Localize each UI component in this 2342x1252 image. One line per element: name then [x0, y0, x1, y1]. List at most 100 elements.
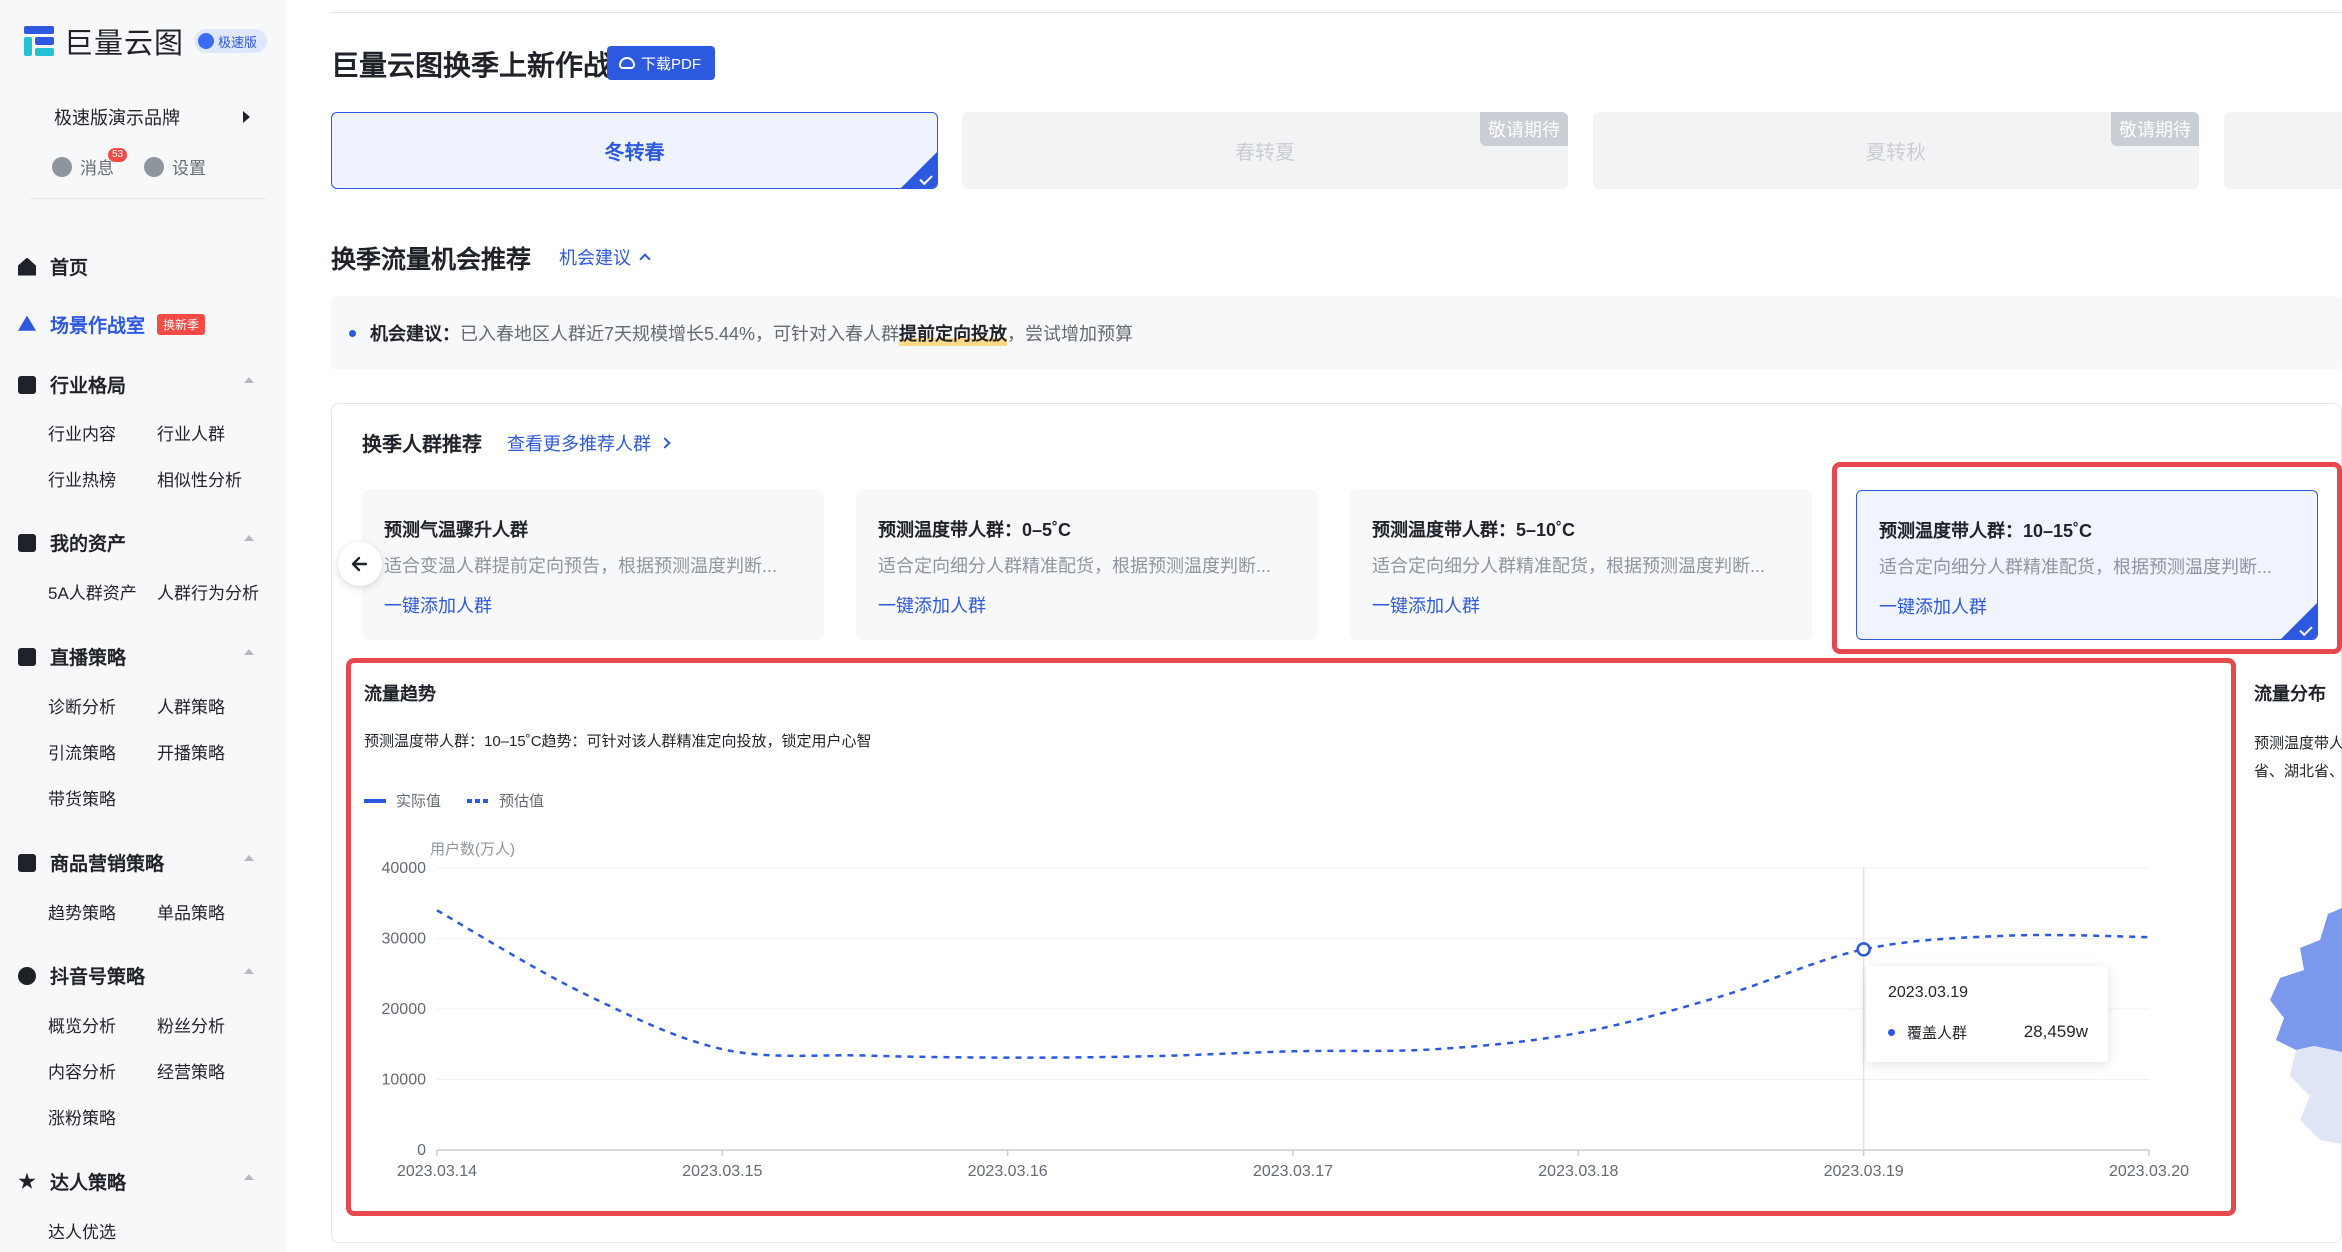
more-crowds-label: 查看更多推荐人群: [507, 434, 651, 454]
crowd-card[interactable]: 预测温度带人群：0–5˚C 适合定向细分人群精准配货，根据预测温度判断... 一…: [856, 490, 1318, 640]
y-tick-label: 20000: [382, 1001, 427, 1018]
messages-button[interactable]: 消息 53: [52, 148, 128, 179]
x-tick-label: 2023.03.16: [968, 1163, 1048, 1180]
crowd-card[interactable]: 预测气温骤升人群 适合变温人群提前定向预告，根据预测温度判断... 一键添加人群: [362, 490, 824, 640]
x-tick-label: 2023.03.17: [1253, 1163, 1333, 1180]
sidebar: 巨量云图 极速版 极速版演示品牌 消息 53 设置 首页 场景作战室 换新季 行…: [0, 0, 286, 1252]
bullet-dot: [349, 329, 356, 337]
nav-group-product[interactable]: 商品营销策略: [18, 849, 254, 876]
caret-up-icon: [244, 649, 254, 655]
tab-label: 夏转秋: [1866, 142, 1926, 164]
logo-icon: [24, 26, 56, 56]
grid-icon: [18, 375, 36, 394]
sidebar-item[interactable]: 5A人群资产: [48, 579, 137, 604]
selected-corner: [901, 152, 937, 188]
tooltip-series-name: 覆盖人群: [1907, 1025, 1968, 1042]
brand-switcher[interactable]: 极速版演示品牌: [54, 104, 250, 130]
crowd-section-title: 换季人群推荐: [362, 434, 482, 456]
advice-text: 已入春地区人群近7天规模增长5.44%，可针对入春人群: [460, 324, 900, 344]
utility-row: 消息 53 设置: [52, 148, 236, 179]
distribution-subtitle: 预测温度带人 省、湖北省、: [2254, 730, 2342, 786]
nav-group-douyin[interactable]: 抖音号策略: [18, 962, 254, 989]
tooltip-date: 2023.03.19: [1888, 984, 1969, 1001]
x-tick-label: 2023.03.20: [2109, 1163, 2189, 1180]
sidebar-item[interactable]: 人群行为分析: [157, 579, 259, 604]
crowd-card-title: 预测气温骤升人群: [384, 520, 528, 540]
opportunity-advice-toggle[interactable]: 机会建议: [559, 244, 651, 270]
sidebar-item[interactable]: 行业热榜: [48, 466, 116, 491]
sidebar-item[interactable]: 相似性分析: [157, 466, 242, 491]
messages-count-badge: 53: [108, 148, 128, 162]
sidebar-item[interactable]: 趋势策略: [48, 899, 116, 924]
tab-summer-to-autumn[interactable]: 夏转秋 敬请期待: [1593, 112, 2199, 189]
trend-subtitle: 预测温度带人群：10–15˚C趋势：可针对该人群精准定向投放，锁定用户心智: [364, 733, 872, 750]
star-icon: [18, 1172, 36, 1189]
y-tick-label: 30000: [382, 931, 427, 948]
crowd-card-desc: 适合定向细分人群精准配货，根据预测温度判断...: [1372, 556, 1766, 576]
settings-label: 设置: [172, 159, 206, 178]
sidebar-item[interactable]: 内容分析: [48, 1058, 116, 1083]
nav-group-assets[interactable]: 我的资产: [18, 529, 254, 556]
sidebar-item[interactable]: 带货策略: [48, 785, 116, 810]
nav-group-live[interactable]: 直播策略: [18, 643, 254, 670]
mail-icon: [18, 853, 36, 872]
sidebar-item[interactable]: 达人优选: [48, 1218, 116, 1243]
nav-group-label: 我的资产: [50, 534, 127, 555]
carousel-prev-button[interactable]: [338, 542, 382, 586]
logo[interactable]: 巨量云图 极速版: [24, 20, 268, 62]
page-title: 巨量云图换季上新作战: [331, 50, 612, 81]
nav-home[interactable]: 首页: [18, 253, 254, 280]
add-crowd-link[interactable]: 一键添加人群: [1372, 592, 1480, 618]
x-tick-label: 2023.03.14: [397, 1163, 477, 1180]
trend-title: 流量趋势: [364, 684, 436, 704]
sidebar-item[interactable]: 行业人群: [157, 420, 225, 445]
sidebar-item[interactable]: 开播策略: [157, 739, 225, 764]
caret-up-icon: [244, 855, 254, 861]
caret-up-icon: [244, 968, 254, 974]
crowd-card[interactable]: 预测温度带人群：5–10˚C 适合定向细分人群精准配货，根据预测温度判断... …: [1350, 490, 1812, 640]
map-region-high[interactable]: [2270, 908, 2342, 1052]
tooltip-dot: [1888, 1029, 1895, 1036]
tab-spring-to-summer[interactable]: 春转夏 敬请期待: [962, 112, 1568, 189]
top-divider: [330, 12, 2342, 13]
scene-icon: [18, 315, 36, 331]
china-map[interactable]: [2270, 900, 2342, 1160]
caret-right-icon: [243, 111, 250, 123]
add-crowd-link[interactable]: 一键添加人群: [384, 592, 492, 618]
advice-highlight: 提前定向投放: [899, 320, 1008, 346]
add-crowd-link[interactable]: 一键添加人群: [878, 592, 986, 618]
live-icon: [18, 647, 36, 666]
nav-group-label: 直播策略: [50, 648, 127, 669]
legend-dashed-swatch: [467, 798, 490, 803]
tab-winter-to-spring[interactable]: 冬转春: [331, 112, 938, 189]
nav-group-talent[interactable]: 达人策略: [18, 1168, 254, 1195]
sidebar-item[interactable]: 引流策略: [48, 739, 116, 764]
more-crowds-link[interactable]: 查看更多推荐人群: [507, 430, 671, 456]
nav-group-industry[interactable]: 行业格局: [18, 371, 254, 398]
sidebar-item[interactable]: 涨粉策略: [48, 1104, 116, 1129]
settings-button[interactable]: 设置: [144, 154, 206, 179]
nav-scene[interactable]: 场景作战室 换新季: [18, 311, 254, 338]
gem-icon: [198, 33, 215, 49]
sidebar-item[interactable]: 行业内容: [48, 420, 116, 445]
download-pdf-button[interactable]: 下载PDF: [607, 46, 716, 80]
sidebar-item[interactable]: 人群策略: [157, 693, 225, 718]
sidebar-item[interactable]: 经营策略: [157, 1058, 225, 1083]
advice-text-end: ，尝试增加预算: [1007, 324, 1134, 344]
sidebar-item[interactable]: 诊断分析: [48, 693, 116, 718]
sidebar-item[interactable]: 粉丝分析: [157, 1012, 225, 1037]
x-tick-label: 2023.03.15: [682, 1163, 762, 1180]
legend-solid-swatch: [364, 798, 386, 803]
distribution-subtitle-line: 预测温度带人: [2254, 735, 2342, 752]
new-season-tag: 换新季: [157, 314, 206, 335]
crowd-card-title: 预测温度带人群：0–5˚C: [878, 520, 1072, 540]
sidebar-item[interactable]: 单品策略: [157, 899, 225, 924]
map-region-low[interactable]: [2290, 1046, 2342, 1144]
tab-next-season[interactable]: [2224, 112, 2342, 189]
download-pdf-label: 下载PDF: [641, 55, 702, 73]
tooltip-series: 覆盖人群: [1888, 1022, 1967, 1043]
home-icon: [18, 257, 36, 276]
sidebar-item[interactable]: 概览分析: [48, 1012, 116, 1037]
distribution-title: 流量分布: [2254, 684, 2326, 704]
chart-legend: 实际值 预估值: [364, 790, 544, 811]
